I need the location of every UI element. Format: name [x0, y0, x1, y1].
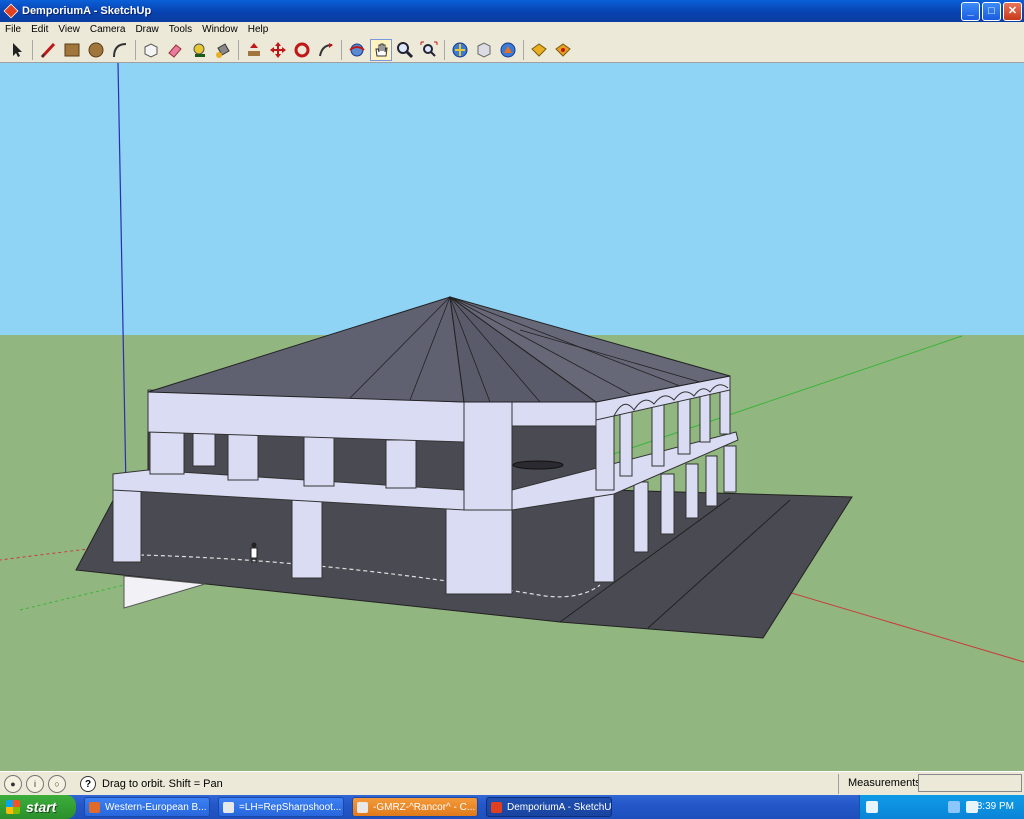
select-tool-icon[interactable] — [6, 39, 28, 61]
menu-window[interactable]: Window — [197, 24, 243, 35]
arc-tool-icon[interactable] — [109, 39, 131, 61]
status-divider — [838, 774, 839, 794]
taskbar-item-game-2[interactable]: -GMRZ-^Rancor^ - C... — [352, 797, 478, 817]
clock: 8:39 PM — [976, 801, 1014, 812]
rectangle-tool-icon[interactable] — [61, 39, 83, 61]
model-viewport[interactable] — [0, 63, 1024, 771]
window-titlebar[interactable]: DemporiumA - SketchUp _ □ ✕ — [0, 0, 1024, 22]
taskbar-item-label: Western-European B... — [105, 801, 207, 813]
zoom-tool-icon[interactable] — [394, 39, 416, 61]
toolbar-separator — [135, 39, 136, 60]
menu-camera[interactable]: Camera — [85, 24, 131, 35]
measurements-label: Measurements — [848, 777, 921, 789]
get-models-icon[interactable] — [449, 39, 471, 61]
circle-tool-icon[interactable] — [85, 39, 107, 61]
rotate-tool-icon[interactable] — [291, 39, 313, 61]
share-model-icon[interactable] — [473, 39, 495, 61]
taskbar-item-game-1[interactable]: =LH=RepSharpshoot... — [218, 797, 344, 817]
taskbar-item-label: =LH=RepSharpshoot... — [239, 801, 342, 813]
help-tray-icon[interactable] — [866, 801, 878, 813]
entablature-corner — [511, 401, 597, 427]
move-tool-icon[interactable] — [267, 39, 289, 61]
eraser-tool-icon[interactable] — [164, 39, 186, 61]
geolocation-icon[interactable]: ● — [4, 775, 22, 793]
taskbar-item-browser[interactable]: Western-European B... — [84, 797, 210, 817]
maximize-button[interactable]: □ — [982, 2, 1001, 21]
push-pull-icon[interactable] — [243, 39, 265, 61]
start-button[interactable]: start — [0, 795, 76, 819]
follow-me-icon[interactable] — [315, 39, 337, 61]
line-tool-icon[interactable] — [37, 39, 59, 61]
sketchup-icon — [491, 801, 502, 813]
toolbar-separator — [32, 39, 33, 60]
taskbar-item-label: DemporiumA - SketchUp — [507, 801, 612, 813]
menu-file[interactable]: File — [0, 24, 26, 35]
app-icon — [223, 801, 234, 813]
share-component-icon[interactable] — [497, 39, 519, 61]
system-tray: 8:39 PM — [859, 795, 1024, 819]
status-bar: ● i ○ ? Drag to orbit. Shift = Pan Measu… — [0, 771, 1024, 796]
minimize-button[interactable]: _ — [961, 2, 980, 21]
pan-tool-icon[interactable] — [370, 38, 392, 61]
toolbar-separator — [238, 39, 239, 60]
toolbar-separator — [523, 39, 524, 60]
orbit-tool-icon[interactable] — [346, 39, 368, 61]
user-icon[interactable]: ○ — [48, 775, 66, 793]
window-title: DemporiumA - SketchUp — [22, 5, 152, 17]
paint-bucket-icon[interactable] — [212, 39, 234, 61]
menu-bar: File Edit View Camera Draw Tools Window … — [0, 22, 1024, 37]
main-toolbar — [0, 37, 1024, 63]
photo-match-icon[interactable] — [552, 39, 574, 61]
zoom-extents-icon[interactable] — [418, 39, 440, 61]
start-label: start — [26, 799, 57, 815]
windows-taskbar: start Western-European B... =LH=RepSharp… — [0, 795, 1024, 819]
menu-draw[interactable]: Draw — [130, 24, 163, 35]
tape-measure-icon[interactable] — [188, 39, 210, 61]
toolbar-separator — [341, 39, 342, 60]
ruby-tool-icon[interactable] — [528, 39, 550, 61]
menu-help[interactable]: Help — [243, 24, 274, 35]
browser-icon — [89, 801, 100, 813]
credits-icon[interactable]: i — [26, 775, 44, 793]
model-scene — [0, 63, 1024, 771]
menu-edit[interactable]: Edit — [26, 24, 53, 35]
help-icon[interactable]: ? — [80, 776, 96, 792]
measurements-input[interactable] — [918, 774, 1022, 792]
windows-logo-icon — [6, 800, 20, 814]
make-component-icon[interactable] — [140, 39, 162, 61]
close-button[interactable]: ✕ — [1003, 2, 1022, 21]
status-text: Drag to orbit. Shift = Pan — [102, 778, 223, 790]
sky — [0, 63, 1024, 335]
taskbar-item-sketchup[interactable]: DemporiumA - SketchUp — [486, 797, 612, 817]
stair-opening — [512, 460, 564, 470]
taskbar-item-label: -GMRZ-^Rancor^ - C... — [373, 801, 476, 813]
network-icon[interactable] — [948, 801, 960, 813]
menu-tools[interactable]: Tools — [164, 24, 197, 35]
app-icon — [357, 801, 368, 813]
menu-view[interactable]: View — [53, 24, 85, 35]
toolbar-separator — [444, 39, 445, 60]
sketchup-app-icon — [3, 3, 19, 19]
